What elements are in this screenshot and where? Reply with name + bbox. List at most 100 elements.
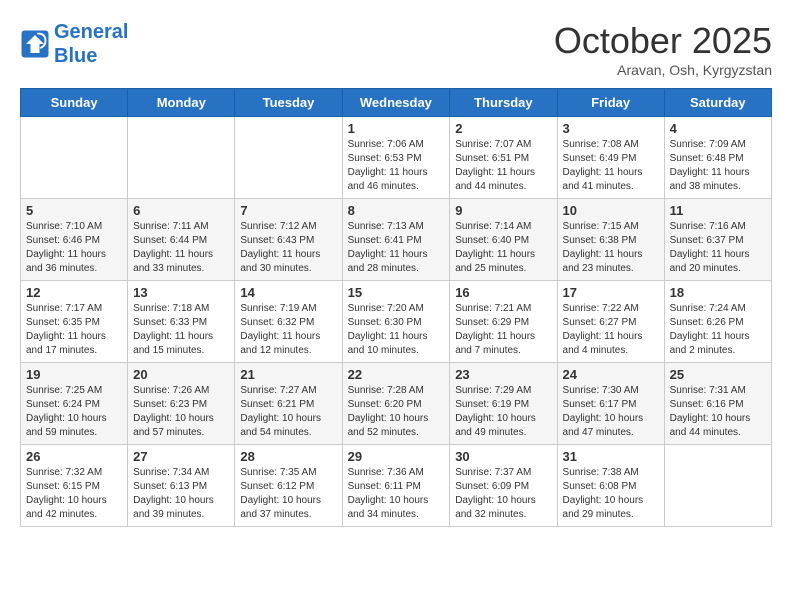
day-info: Sunrise: 7:35 AM Sunset: 6:12 PM Dayligh…: [240, 466, 336, 522]
calendar-day-cell: 21 Sunrise: 7:27 AM Sunset: 6:21 PM Dayli…: [235, 363, 342, 445]
day-info: Sunrise: 7:38 AM Sunset: 6:08 PM Dayligh…: [563, 466, 659, 522]
day-info: Sunrise: 7:13 AM Sunset: 6:41 PM Dayligh…: [348, 220, 445, 276]
day-info: Sunrise: 7:11 AM Sunset: 6:44 PM Dayligh…: [133, 220, 229, 276]
day-number: 3: [563, 121, 659, 136]
calendar-day-cell: 22Sunrise: 7:28 AM Sunset: 6:20 PM Dayli…: [342, 363, 450, 445]
calendar-day-cell: 6 Sunrise: 7:11 AM Sunset: 6:44 PM Daylig…: [128, 199, 235, 281]
day-number: 25: [670, 367, 766, 382]
day-number: 13: [133, 285, 229, 300]
calendar-day-cell: 11 Sunrise: 7:16 AM Sunset: 6:37 PM Dayli…: [664, 199, 771, 281]
calendar-day-cell: 31 Sunrise: 7:38 AM Sunset: 6:08 PM Dayli…: [557, 445, 664, 527]
day-number: 29: [348, 449, 445, 464]
calendar-day-cell: 18Sunrise: 7:24 AM Sunset: 6:26 PM Dayli…: [664, 281, 771, 363]
calendar-week-row: 19 Sunrise: 7:25 AM Sunset: 6:24 PM Dayli…: [21, 363, 772, 445]
day-info: Sunrise: 7:19 AM Sunset: 6:32 PM Dayligh…: [240, 302, 336, 358]
day-number: 19: [26, 367, 122, 382]
day-info: Sunrise: 7:12 AM Sunset: 6:43 PM Dayligh…: [240, 220, 336, 276]
day-info: Sunrise: 7:14 AM Sunset: 6:40 PM Dayligh…: [455, 220, 551, 276]
calendar-week-row: 12 Sunrise: 7:17 AM Sunset: 6:35 PM Dayli…: [21, 281, 772, 363]
calendar-day-cell: 7 Sunrise: 7:12 AM Sunset: 6:43 PM Daylig…: [235, 199, 342, 281]
day-number: 6: [133, 203, 229, 218]
day-info: Sunrise: 7:29 AM Sunset: 6:19 PM Dayligh…: [455, 384, 551, 440]
day-info: Sunrise: 7:32 AM Sunset: 6:15 PM Dayligh…: [26, 466, 122, 522]
calendar-table: SundayMondayTuesdayWednesdayThursdayFrid…: [20, 88, 772, 527]
day-number: 10: [563, 203, 659, 218]
calendar-day-cell: 20 Sunrise: 7:26 AM Sunset: 6:23 PM Dayli…: [128, 363, 235, 445]
title-section: October 2025 Aravan, Osh, Kyrgyzstan: [554, 20, 772, 78]
logo-text: General Blue: [54, 20, 128, 68]
day-number: 2: [455, 121, 551, 136]
day-info: Sunrise: 7:06 AM Sunset: 6:53 PM Dayligh…: [348, 138, 445, 194]
calendar-day-header: Thursday: [450, 89, 557, 117]
calendar-day-header: Tuesday: [235, 89, 342, 117]
day-number: 4: [670, 121, 766, 136]
calendar-day-cell: 24Sunrise: 7:30 AM Sunset: 6:17 PM Dayli…: [557, 363, 664, 445]
day-number: 12: [26, 285, 122, 300]
day-info: Sunrise: 7:16 AM Sunset: 6:37 PM Dayligh…: [670, 220, 766, 276]
calendar-day-cell: 1 Sunrise: 7:06 AM Sunset: 6:53 PM Daylig…: [342, 117, 450, 199]
day-number: 24: [563, 367, 659, 382]
day-number: 27: [133, 449, 229, 464]
day-number: 23: [455, 367, 551, 382]
day-info: Sunrise: 7:18 AM Sunset: 6:33 PM Dayligh…: [133, 302, 229, 358]
day-number: 15: [348, 285, 445, 300]
day-info: Sunrise: 7:27 AM Sunset: 6:21 PM Dayligh…: [240, 384, 336, 440]
calendar-day-cell: [664, 445, 771, 527]
day-info: Sunrise: 7:08 AM Sunset: 6:49 PM Dayligh…: [563, 138, 659, 194]
calendar-day-cell: 28 Sunrise: 7:35 AM Sunset: 6:12 PM Dayli…: [235, 445, 342, 527]
day-info: Sunrise: 7:20 AM Sunset: 6:30 PM Dayligh…: [348, 302, 445, 358]
calendar-day-cell: 27 Sunrise: 7:34 AM Sunset: 6:13 PM Dayli…: [128, 445, 235, 527]
calendar-day-cell: 13 Sunrise: 7:18 AM Sunset: 6:33 PM Dayli…: [128, 281, 235, 363]
day-number: 20: [133, 367, 229, 382]
day-number: 31: [563, 449, 659, 464]
calendar-day-cell: 29Sunrise: 7:36 AM Sunset: 6:11 PM Dayli…: [342, 445, 450, 527]
calendar-header-row: SundayMondayTuesdayWednesdayThursdayFrid…: [21, 89, 772, 117]
calendar-day-cell: 17Sunrise: 7:22 AM Sunset: 6:27 PM Dayli…: [557, 281, 664, 363]
day-number: 14: [240, 285, 336, 300]
location-subtitle: Aravan, Osh, Kyrgyzstan: [554, 62, 772, 78]
logo-icon: [20, 29, 50, 59]
page-header: General Blue October 2025 Aravan, Osh, K…: [20, 20, 772, 78]
calendar-day-cell: 23 Sunrise: 7:29 AM Sunset: 6:19 PM Dayli…: [450, 363, 557, 445]
day-info: Sunrise: 7:26 AM Sunset: 6:23 PM Dayligh…: [133, 384, 229, 440]
calendar-day-header: Saturday: [664, 89, 771, 117]
calendar-week-row: 5 Sunrise: 7:10 AM Sunset: 6:46 PM Daylig…: [21, 199, 772, 281]
day-info: Sunrise: 7:17 AM Sunset: 6:35 PM Dayligh…: [26, 302, 122, 358]
calendar-day-cell: 4 Sunrise: 7:09 AM Sunset: 6:48 PM Daylig…: [664, 117, 771, 199]
day-number: 21: [240, 367, 336, 382]
calendar-day-cell: [235, 117, 342, 199]
calendar-day-cell: 8 Sunrise: 7:13 AM Sunset: 6:41 PM Daylig…: [342, 199, 450, 281]
calendar-day-cell: [128, 117, 235, 199]
day-number: 18: [670, 285, 766, 300]
calendar-day-cell: 9 Sunrise: 7:14 AM Sunset: 6:40 PM Daylig…: [450, 199, 557, 281]
calendar-day-header: Sunday: [21, 89, 128, 117]
calendar-day-header: Friday: [557, 89, 664, 117]
day-number: 8: [348, 203, 445, 218]
day-info: Sunrise: 7:10 AM Sunset: 6:46 PM Dayligh…: [26, 220, 122, 276]
month-title: October 2025: [554, 20, 772, 62]
calendar-day-cell: [21, 117, 128, 199]
calendar-day-cell: 30 Sunrise: 7:37 AM Sunset: 6:09 PM Dayli…: [450, 445, 557, 527]
calendar-day-cell: 26Sunrise: 7:32 AM Sunset: 6:15 PM Dayli…: [21, 445, 128, 527]
calendar-day-cell: 15 Sunrise: 7:20 AM Sunset: 6:30 PM Dayli…: [342, 281, 450, 363]
day-info: Sunrise: 7:09 AM Sunset: 6:48 PM Dayligh…: [670, 138, 766, 194]
day-number: 28: [240, 449, 336, 464]
day-number: 1: [348, 121, 445, 136]
day-number: 11: [670, 203, 766, 218]
day-number: 5: [26, 203, 122, 218]
calendar-day-cell: 3 Sunrise: 7:08 AM Sunset: 6:49 PM Daylig…: [557, 117, 664, 199]
day-info: Sunrise: 7:15 AM Sunset: 6:38 PM Dayligh…: [563, 220, 659, 276]
day-info: Sunrise: 7:25 AM Sunset: 6:24 PM Dayligh…: [26, 384, 122, 440]
day-number: 7: [240, 203, 336, 218]
day-number: 16: [455, 285, 551, 300]
day-info: Sunrise: 7:34 AM Sunset: 6:13 PM Dayligh…: [133, 466, 229, 522]
day-number: 30: [455, 449, 551, 464]
calendar-day-cell: 5 Sunrise: 7:10 AM Sunset: 6:46 PM Daylig…: [21, 199, 128, 281]
day-info: Sunrise: 7:22 AM Sunset: 6:27 PM Dayligh…: [563, 302, 659, 358]
day-info: Sunrise: 7:21 AM Sunset: 6:29 PM Dayligh…: [455, 302, 551, 358]
day-info: Sunrise: 7:37 AM Sunset: 6:09 PM Dayligh…: [455, 466, 551, 522]
calendar-week-row: 1 Sunrise: 7:06 AM Sunset: 6:53 PM Daylig…: [21, 117, 772, 199]
day-number: 9: [455, 203, 551, 218]
calendar-day-header: Wednesday: [342, 89, 450, 117]
calendar-day-cell: 25Sunrise: 7:31 AM Sunset: 6:16 PM Dayli…: [664, 363, 771, 445]
